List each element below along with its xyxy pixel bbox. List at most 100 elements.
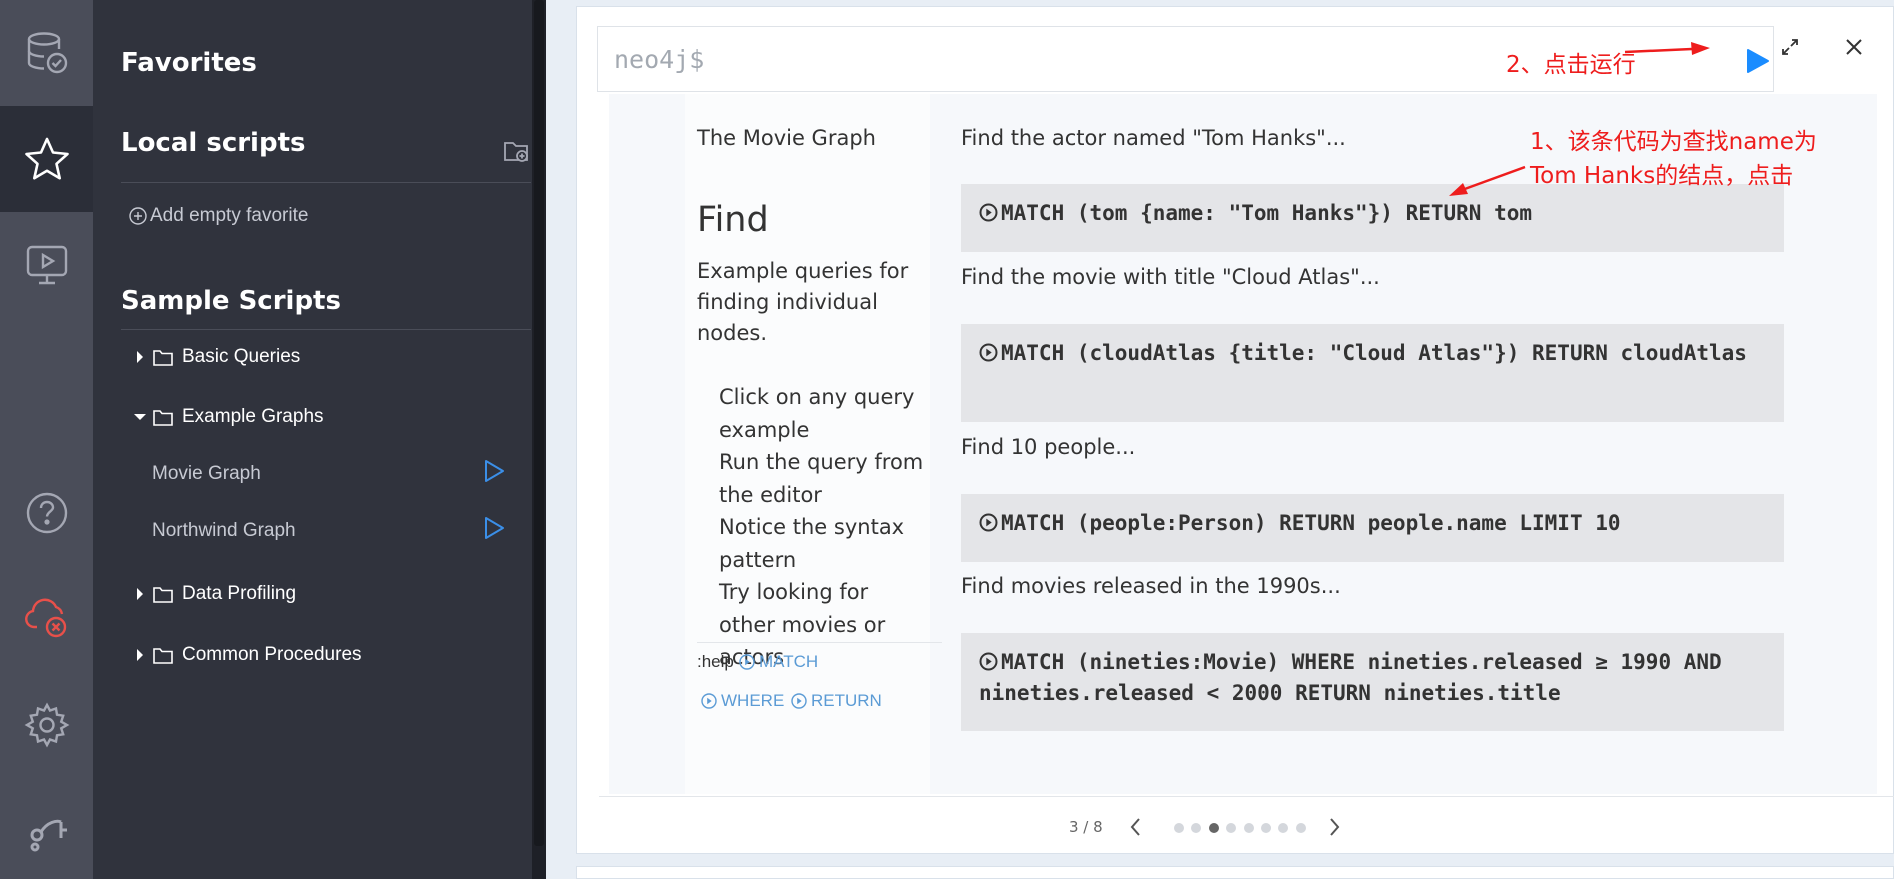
- guides-nav-button[interactable]: [0, 212, 93, 318]
- folder-icon: [153, 586, 173, 603]
- guide-frame-title: The Movie Graph: [697, 126, 876, 150]
- next-result-frame: [576, 866, 1894, 879]
- folder-basic-queries[interactable]: Basic Queries: [133, 346, 300, 368]
- pager-dot[interactable]: [1295, 823, 1306, 833]
- annotation-line: 1、该条代码为查找name为: [1530, 129, 1817, 155]
- drawer-scrollbar[interactable]: [532, 0, 546, 879]
- slide-sidebar: The Movie Graph Find Example queries for…: [685, 94, 942, 794]
- play-circle-icon: [979, 652, 998, 671]
- chevron-left-icon: [1130, 818, 1140, 836]
- list-item: Run the query from the editor: [719, 450, 924, 507]
- star-icon: [23, 135, 71, 183]
- run-query-button[interactable]: [1744, 47, 1770, 75]
- favorites-drawer: Favorites Local scripts Add empty favori…: [93, 0, 546, 879]
- query-code: MATCH (tom {name: "Tom Hanks"}) RETURN t…: [1001, 201, 1533, 225]
- folder-data-profiling[interactable]: Data Profiling: [133, 583, 296, 605]
- drawer-scrollbar-thumb[interactable]: [534, 0, 544, 846]
- caret-right-icon: [133, 587, 147, 601]
- help-keyword: RETURN: [811, 691, 882, 710]
- query-editor[interactable]: neo4j$ 2、点击运行: [597, 26, 1774, 92]
- pager-prev-button[interactable]: [1129, 816, 1141, 838]
- query-code-block[interactable]: MATCH (people:Person) RETURN people.name…: [961, 494, 1784, 562]
- frame-footer-divider: [599, 796, 1894, 797]
- run-movie-graph-icon[interactable]: [483, 459, 505, 483]
- help-keyword: MATCH: [759, 652, 819, 671]
- neo4j-logo-icon: [23, 805, 71, 853]
- page-indicator: 3 / 8: [1069, 818, 1103, 836]
- list-item: Click on any query example: [719, 385, 915, 442]
- about-nav-button[interactable]: [0, 776, 93, 879]
- cloud-error-icon: [23, 593, 71, 641]
- query-code-block[interactable]: MATCH (tom {name: "Tom Hanks"}) RETURN t…: [961, 184, 1784, 252]
- expand-icon: [1782, 39, 1798, 55]
- play-circle-icon: [791, 693, 807, 709]
- script-movie-graph[interactable]: Movie Graph: [152, 463, 261, 485]
- help-icon: [25, 491, 69, 535]
- help-match-link[interactable]: MATCH: [739, 652, 818, 672]
- icon-rail: [0, 0, 93, 879]
- chevron-right-icon: [1330, 818, 1340, 836]
- annotation-query: 1、该条代码为查找name为 Tom Hanks的结点，点击: [1530, 125, 1817, 193]
- sample-scripts-title: Sample Scripts: [121, 286, 341, 316]
- pager-dot[interactable]: [1260, 823, 1271, 833]
- folder-icon: [153, 349, 173, 366]
- slide-description: Example queries for finding individual n…: [697, 259, 909, 345]
- database-icon: [24, 30, 70, 76]
- settings-icon: [24, 702, 70, 748]
- caret-right-icon: [133, 648, 147, 662]
- help-divider: [697, 642, 942, 643]
- query-description: Find movies released in the 1990s...: [961, 574, 1341, 598]
- help-nav-button[interactable]: [0, 460, 93, 566]
- query-code-block[interactable]: MATCH (nineties:Movie) WHERE nineties.re…: [961, 633, 1784, 731]
- run-northwind-graph-icon[interactable]: [483, 516, 505, 540]
- guide-slide: The Movie Graph Find Example queries for…: [609, 94, 1877, 794]
- query-code: MATCH (nineties:Movie) WHERE nineties.re…: [979, 650, 1722, 705]
- close-icon: [1846, 39, 1862, 55]
- sample-scripts-divider: [121, 329, 531, 330]
- help-keyword: WHERE: [721, 691, 785, 710]
- add-empty-favorite-label: Add empty favorite: [150, 205, 309, 226]
- annotation-line: Tom Hanks的结点，点击: [1530, 163, 1794, 189]
- play-circle-icon: [739, 654, 755, 670]
- script-northwind-graph[interactable]: Northwind Graph: [152, 520, 296, 542]
- help-return-link[interactable]: RETURN: [791, 691, 882, 711]
- folder-label: Data Profiling: [182, 583, 297, 604]
- play-circle-icon: [979, 203, 998, 222]
- help-prefix: :help: [697, 652, 734, 671]
- folder-common-procedures[interactable]: Common Procedures: [133, 644, 362, 666]
- favorites-nav-button[interactable]: [0, 106, 93, 212]
- pager-dots: [1174, 823, 1313, 833]
- local-scripts-title: Local scripts: [121, 128, 306, 158]
- query-description: Find 10 people...: [961, 435, 1136, 459]
- query-list: Find the actor named "Tom Hanks"... MATC…: [961, 94, 1786, 794]
- play-circle-icon: [701, 693, 717, 709]
- folder-icon: [153, 647, 173, 664]
- connection-nav-button[interactable]: [0, 564, 93, 670]
- query-description: Find the movie with title "Cloud Atlas".…: [961, 265, 1380, 289]
- add-empty-favorite-button[interactable]: Add empty favorite: [129, 205, 308, 227]
- caret-down-icon: [133, 410, 147, 424]
- play-circle-icon: [979, 513, 998, 532]
- list-item: Notice the syntax pattern: [719, 515, 905, 572]
- help-where-link[interactable]: WHERE: [701, 691, 784, 711]
- database-nav-button[interactable]: [0, 0, 93, 106]
- monitor-play-icon: [25, 243, 69, 287]
- play-icon: [1747, 49, 1769, 73]
- pager-dot-active[interactable]: [1208, 823, 1219, 833]
- query-code-block[interactable]: MATCH (cloudAtlas {title: "Cloud Atlas"}…: [961, 324, 1784, 422]
- pager-dot[interactable]: [1243, 823, 1254, 833]
- fullscreen-button[interactable]: [1780, 37, 1800, 57]
- new-folder-icon[interactable]: [503, 138, 531, 164]
- folder-example-graphs[interactable]: Example Graphs: [133, 406, 324, 428]
- caret-right-icon: [133, 350, 147, 364]
- pager-dot[interactable]: [1278, 823, 1289, 833]
- drawer-title: Favorites: [121, 48, 257, 78]
- pager-dot[interactable]: [1191, 823, 1202, 833]
- close-frame-button[interactable]: [1844, 37, 1864, 57]
- pager-dot[interactable]: [1226, 823, 1237, 833]
- pager-dot[interactable]: [1174, 823, 1184, 833]
- slide-heading: Find: [697, 200, 769, 240]
- pager-next-button[interactable]: [1329, 816, 1341, 838]
- annotation-run: 2、点击运行: [1506, 52, 1636, 78]
- settings-nav-button[interactable]: [0, 672, 93, 778]
